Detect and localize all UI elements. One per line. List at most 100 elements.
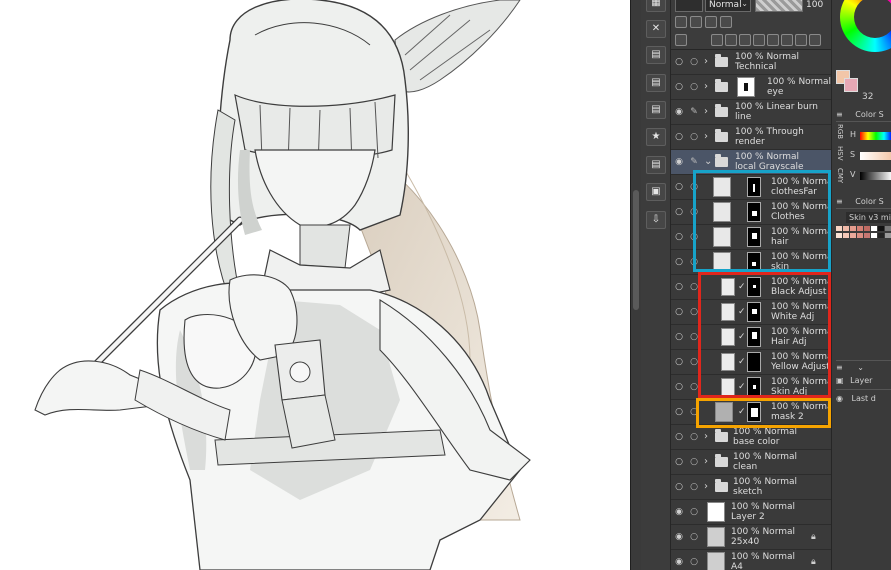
eye-hidden-icon[interactable]: ○	[673, 381, 685, 393]
layer-row[interactable]: ○ ○ 100 % Normal clothesFar	[671, 175, 835, 200]
transfer-down-icon[interactable]	[753, 34, 765, 46]
chevron-right-icon[interactable]: ›	[704, 55, 714, 69]
eye-hidden-icon[interactable]: ○	[673, 206, 685, 218]
apply-mask-icon[interactable]	[795, 34, 807, 46]
color-swatch-grid[interactable]	[836, 226, 891, 246]
lock-toggle-icon[interactable]: ○	[688, 406, 700, 418]
layer-panel-icon[interactable]: ▣	[836, 376, 844, 385]
lock-toggle-icon[interactable]: ○	[688, 56, 700, 68]
eye-icon[interactable]: ◉	[673, 106, 685, 118]
layer-list-icon[interactable]: ▤	[646, 74, 666, 92]
rgb-tab[interactable]: RGB	[836, 124, 844, 139]
lock-toggle-icon[interactable]: ○	[688, 256, 700, 268]
mask-icon[interactable]	[781, 34, 793, 46]
lock-icon[interactable]	[720, 16, 732, 28]
sub-color-swatch[interactable]	[844, 78, 858, 92]
new-vector-icon[interactable]	[725, 34, 737, 46]
layer-row[interactable]: ○ ○ 100 % Normal skin	[671, 250, 835, 275]
eye-icon[interactable]: ◉	[673, 531, 685, 543]
lock-toggle-icon[interactable]: ○	[688, 481, 700, 493]
new-folder-icon[interactable]	[739, 34, 751, 46]
lock-toggle-icon[interactable]: ○	[688, 531, 700, 543]
eye-hidden-icon[interactable]: ○	[673, 456, 685, 468]
eye-hidden-icon[interactable]: ○	[673, 406, 685, 418]
eye-hidden-icon[interactable]: ○	[673, 131, 685, 143]
eye-hidden-icon[interactable]: ○	[673, 481, 685, 493]
layer-color-select[interactable]	[675, 0, 703, 12]
chevron-down-icon[interactable]: ⌄	[857, 363, 864, 372]
cmy-tab[interactable]: CMY	[836, 168, 844, 183]
eye-icon[interactable]: ◉	[673, 556, 685, 568]
color-slider-tab[interactable]: Color S	[855, 110, 884, 119]
panel-menu-icon[interactable]: ≡	[836, 197, 843, 206]
eye-icon[interactable]: ◉	[673, 506, 685, 518]
layer-row[interactable]: ○ ○ ✓ 100 % Normal Hair Adj	[671, 325, 835, 350]
layer-row[interactable]: ○ ○ › 100 % Normal base color	[671, 425, 831, 450]
eye-hidden-icon[interactable]: ○	[673, 356, 685, 368]
canvas-scrollbar[interactable]	[630, 0, 641, 570]
chevron-right-icon[interactable]: ›	[704, 130, 714, 144]
layer-row[interactable]: ○ ○ ✓ 100 % Normal mask 2	[671, 400, 835, 425]
value-slider[interactable]	[860, 172, 891, 180]
eye-hidden-icon[interactable]: ○	[673, 256, 685, 268]
canvas-scrollbar-thumb[interactable]	[633, 190, 639, 310]
lock-toggle-icon[interactable]: ○	[688, 356, 700, 368]
layer-row[interactable]: ○ ○ 100 % Normal Clothes	[671, 200, 835, 225]
lock-toggle-icon[interactable]: ○	[688, 331, 700, 343]
lock-toggle-icon[interactable]: ○	[688, 306, 700, 318]
layer-row[interactable]: ○ ○ ✓ 100 % Normal Skin Adj	[671, 375, 835, 400]
layer-row[interactable]: ○ ○ 100 % Normal hair	[671, 225, 835, 250]
layer-row[interactable]: ◉ ✎ › 100 % Linear burn line	[671, 100, 831, 125]
lock-toggle-icon[interactable]: ○	[688, 206, 700, 218]
lock-toggle-icon[interactable]: ○	[688, 81, 700, 93]
layer-property-icon[interactable]: ▦	[646, 0, 666, 12]
layer-row[interactable]: ◉ ○ 100 % Normal Layer 2	[671, 500, 831, 525]
color-set-tab[interactable]: Color S	[855, 197, 884, 206]
trash-icon[interactable]	[809, 34, 821, 46]
lock-transparent-icon[interactable]	[705, 16, 717, 28]
chevron-right-icon[interactable]: ›	[704, 80, 714, 94]
layer-menu-icon[interactable]	[675, 34, 687, 46]
lock-toggle-icon[interactable]: ○	[688, 181, 700, 193]
hsv-tab[interactable]: HSV	[836, 146, 844, 161]
reference-icon[interactable]	[690, 16, 702, 28]
chevron-right-icon[interactable]: ›	[704, 480, 714, 494]
chevron-down-icon[interactable]: ⌄	[704, 155, 714, 169]
layer-row[interactable]: ○ ○ › 100 % Normal Technical	[671, 50, 831, 75]
hue-slider[interactable]	[860, 132, 891, 140]
lock-toggle-icon[interactable]: ○	[688, 456, 700, 468]
layer-row[interactable]: ◉ ○ 100 % Normal 25x40 🔒︎	[671, 525, 831, 550]
opacity-slider[interactable]	[755, 0, 803, 12]
star-icon[interactable]: ★	[646, 128, 666, 146]
layer-row-selected[interactable]: ◉ ✎ ⌄ 100 % Normal local Grayscale	[671, 150, 831, 175]
layer-tab[interactable]: Layer	[850, 376, 872, 385]
layer-row[interactable]: ○ ○ › 100 % Normal sketch	[671, 475, 831, 500]
lock-icon[interactable]: 🔒︎	[811, 532, 819, 542]
eye-hidden-icon[interactable]: ○	[673, 181, 685, 193]
combine-icon[interactable]	[767, 34, 779, 46]
chevron-right-icon[interactable]: ›	[704, 455, 714, 469]
layer-row[interactable]: ◉ ○ 100 % Normal A4 🔒︎	[671, 550, 831, 570]
lock-toggle-icon[interactable]: ○	[688, 431, 700, 443]
saturation-slider[interactable]	[860, 152, 891, 160]
eye-hidden-icon[interactable]: ○	[673, 331, 685, 343]
layer-row[interactable]: ○ ○ ✓ 100 % Normal White Adj	[671, 300, 835, 325]
layer-list-icon-3[interactable]: ▤	[646, 156, 666, 174]
eye-icon[interactable]: ◉	[836, 394, 843, 403]
panel-menu-icon[interactable]: ≡	[836, 363, 843, 372]
lock-toggle-icon[interactable]: ○	[688, 506, 700, 518]
eye-hidden-icon[interactable]: ○	[673, 81, 685, 93]
chevron-right-icon[interactable]: ›	[704, 430, 714, 444]
eye-icon[interactable]: ◉	[673, 156, 685, 168]
pen-icon[interactable]: ✎	[688, 156, 700, 168]
layer-row[interactable]: ○ ○ › 100 % Through render	[671, 125, 831, 150]
layer-row[interactable]: ○ ○ ✓ 100 % Normal Black Adjust	[671, 275, 835, 300]
eye-hidden-icon[interactable]: ○	[673, 231, 685, 243]
chevron-right-icon[interactable]: ›	[704, 105, 714, 119]
pen-icon[interactable]: ✎	[688, 106, 700, 118]
lock-icon[interactable]: 🔒︎	[811, 557, 819, 567]
drawing-canvas[interactable]	[0, 0, 630, 570]
image-icon[interactable]: ▣	[646, 183, 666, 201]
layer-row[interactable]: ○ ○ › 100 % Normal clean	[671, 450, 831, 475]
layer-row[interactable]: ○ ○ › 100 % Normal eye	[671, 75, 831, 100]
